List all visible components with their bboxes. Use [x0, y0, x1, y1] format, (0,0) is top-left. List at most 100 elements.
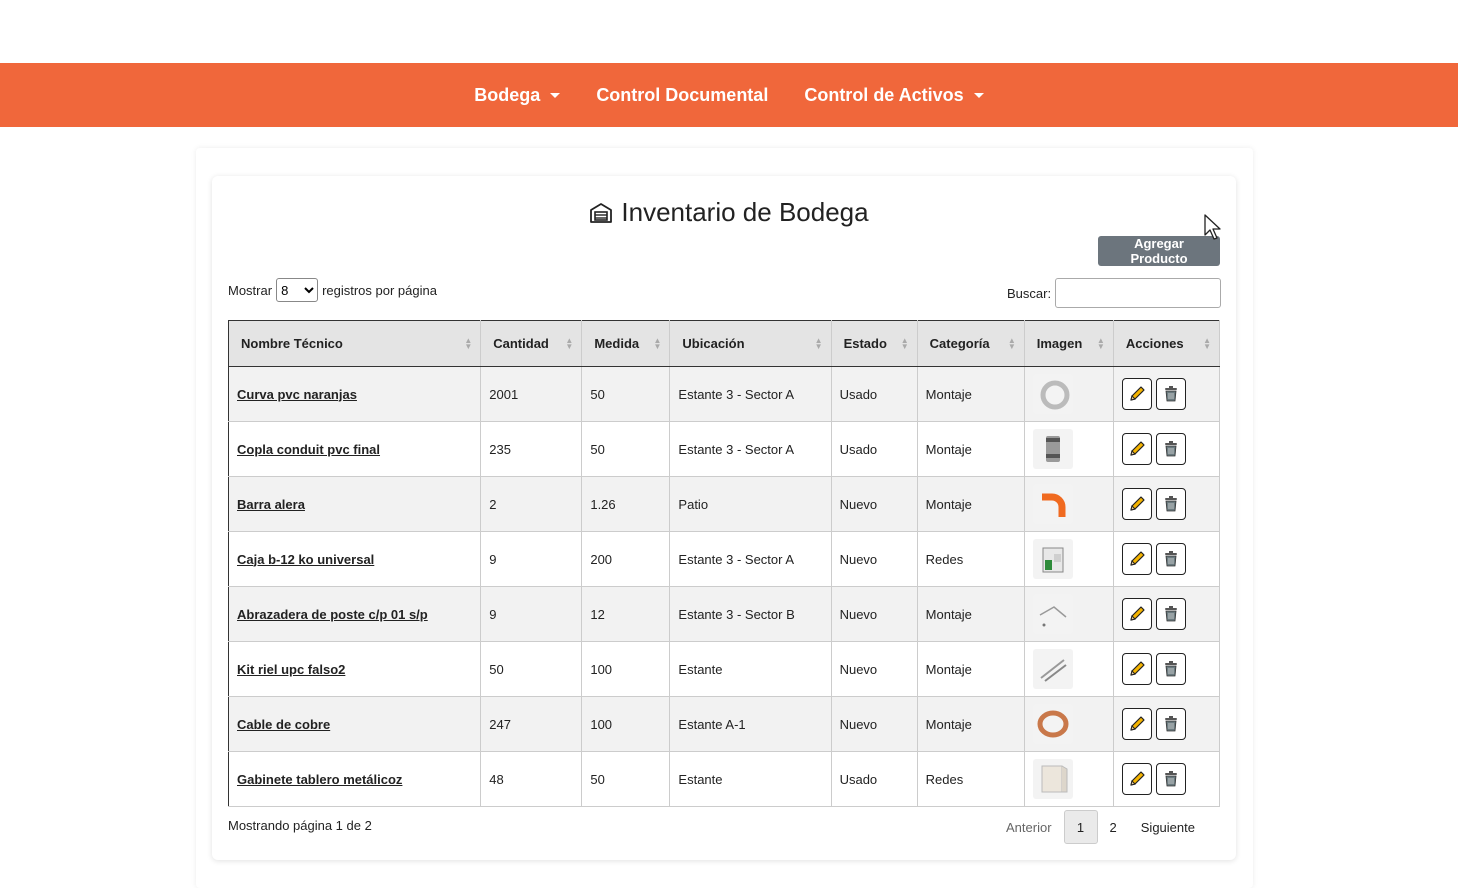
cell-estado: Usado	[831, 751, 918, 807]
product-link[interactable]: Caja b-12 ko universal	[237, 552, 374, 567]
edit-button[interactable]	[1121, 598, 1152, 630]
col-header-estado[interactable]: Estado ▲ ▼	[831, 320, 918, 367]
product-image[interactable]	[1032, 429, 1073, 469]
cell-categoria: Montaje	[917, 641, 1025, 697]
delete-button[interactable]	[1155, 598, 1186, 630]
nav-bodega[interactable]: Bodega	[474, 85, 561, 106]
nav-control-documental[interactable]: Control Documental	[596, 85, 768, 106]
col-header-medida[interactable]: Medida ▲ ▼	[581, 320, 671, 367]
cell-ubicacion: Estante 3 - Sector A	[669, 531, 832, 587]
delete-button[interactable]	[1155, 488, 1186, 520]
col-header-categoria[interactable]: Categoría ▲ ▼	[917, 320, 1025, 367]
col-header-ubicacion[interactable]: Ubicación ▲ ▼	[669, 320, 832, 367]
table-row: Copla conduit pvc final 235 50 Estante 3 - …	[228, 421, 1221, 477]
pencil-icon	[1130, 551, 1145, 566]
search-input[interactable]	[1055, 278, 1222, 308]
cell-imagen	[1024, 366, 1114, 422]
delete-button[interactable]	[1155, 708, 1186, 740]
product-link[interactable]: Kit riel upc falso2	[237, 662, 345, 677]
chevron-down-icon	[550, 92, 561, 98]
page-button-1[interactable]: 1	[1063, 810, 1098, 844]
product-link[interactable]: Cable de cobre	[237, 717, 330, 732]
cell-ubicacion: Estante	[669, 641, 832, 697]
table-row: Barra alera 2 1.26 Patio Nuevo Montaje	[228, 476, 1221, 532]
cell-cantidad: 50	[480, 641, 583, 697]
cell-nombre: Caja b-12 ko universal	[228, 531, 482, 587]
col-header-label: Ubicación	[682, 336, 745, 351]
product-image[interactable]	[1032, 704, 1073, 744]
pencil-icon	[1130, 661, 1145, 676]
delete-button[interactable]	[1155, 433, 1186, 465]
cell-estado: Nuevo	[831, 476, 918, 532]
cell-nombre: Barra alera	[228, 476, 482, 532]
cell-nombre: Curva pvc naranjas	[228, 366, 482, 422]
col-header-label: Cantidad	[493, 336, 549, 351]
mouse-cursor-icon	[1204, 214, 1221, 240]
pencil-icon	[1130, 606, 1145, 621]
delete-button[interactable]	[1155, 763, 1186, 795]
edit-button[interactable]	[1121, 653, 1152, 685]
edit-button[interactable]	[1121, 543, 1152, 575]
product-image[interactable]	[1032, 484, 1073, 524]
delete-button[interactable]	[1155, 543, 1186, 575]
product-image[interactable]	[1032, 759, 1073, 799]
nav-control-documental-label: Control Documental	[596, 84, 769, 105]
cell-acciones	[1113, 476, 1221, 532]
cell-acciones	[1113, 531, 1221, 587]
col-header-cantidad[interactable]: Cantidad ▲ ▼	[480, 320, 583, 367]
cell-estado: Nuevo	[831, 696, 918, 752]
col-header-label: Acciones	[1125, 336, 1184, 351]
cell-acciones	[1113, 751, 1221, 807]
pencil-icon	[1130, 716, 1145, 731]
cell-medida: 200	[581, 531, 671, 587]
cell-acciones	[1113, 366, 1221, 422]
col-header-label: Imagen	[1036, 336, 1083, 351]
col-header-label: Nombre Técnico	[241, 336, 343, 351]
cell-acciones	[1113, 421, 1221, 477]
product-link[interactable]: Abrazadera de poste c/p 01 s/p	[237, 607, 428, 622]
add-product-button[interactable]: Agregar Producto	[1098, 236, 1220, 266]
top-navbar: Bodega Control Documental Control de Act…	[0, 63, 1458, 127]
prev-page-button[interactable]: Anterior	[994, 820, 1064, 835]
col-header-acciones[interactable]: Acciones ▲ ▼	[1113, 320, 1221, 367]
cell-cantidad: 247	[480, 696, 583, 752]
product-image[interactable]	[1032, 649, 1073, 689]
edit-button[interactable]	[1121, 433, 1152, 465]
cell-medida: 12	[581, 586, 671, 642]
page-button-2[interactable]: 2	[1098, 820, 1129, 835]
cell-estado: Nuevo	[831, 586, 918, 642]
cell-imagen	[1024, 751, 1114, 807]
delete-button[interactable]	[1155, 653, 1186, 685]
product-image[interactable]	[1032, 594, 1073, 634]
cell-imagen	[1024, 696, 1114, 752]
edit-button[interactable]	[1121, 488, 1152, 520]
inventory-table: Nombre Técnico ▲ ▼ Cantidad ▲ ▼ Medida ▲ ▼ Ubi…	[228, 320, 1221, 807]
delete-button[interactable]	[1155, 378, 1186, 410]
page-length-select[interactable]: 8	[276, 278, 319, 302]
product-link[interactable]: Gabinete tablero metálicoz	[237, 772, 402, 787]
product-link[interactable]: Copla conduit pvc final	[237, 442, 380, 457]
cell-imagen	[1024, 531, 1114, 587]
edit-button[interactable]	[1121, 378, 1152, 410]
cell-imagen	[1024, 641, 1114, 697]
edit-button[interactable]	[1121, 708, 1152, 740]
next-page-button[interactable]: Siguiente	[1129, 820, 1207, 835]
trash-icon	[1164, 386, 1177, 402]
col-header-imagen[interactable]: Imagen ▲ ▼	[1024, 320, 1114, 367]
cell-nombre: Copla conduit pvc final	[228, 421, 482, 477]
product-link[interactable]: Curva pvc naranjas	[237, 387, 357, 402]
cell-estado: Usado	[831, 366, 918, 422]
show-prefix: Mostrar	[228, 282, 273, 298]
product-image[interactable]	[1032, 374, 1073, 414]
product-link[interactable]: Barra alera	[237, 497, 305, 512]
nav-control-activos[interactable]: Control de Activos	[804, 85, 984, 106]
col-header-nombre[interactable]: Nombre Técnico ▲ ▼	[228, 320, 482, 367]
sort-icon: ▲ ▼	[464, 336, 473, 351]
cell-acciones	[1113, 696, 1221, 752]
warehouse-icon	[590, 202, 613, 223]
product-image[interactable]	[1032, 539, 1073, 579]
edit-button[interactable]	[1121, 763, 1152, 795]
cell-ubicacion: Estante	[669, 751, 832, 807]
cell-medida: 50	[581, 751, 671, 807]
cell-cantidad: 9	[480, 531, 583, 587]
